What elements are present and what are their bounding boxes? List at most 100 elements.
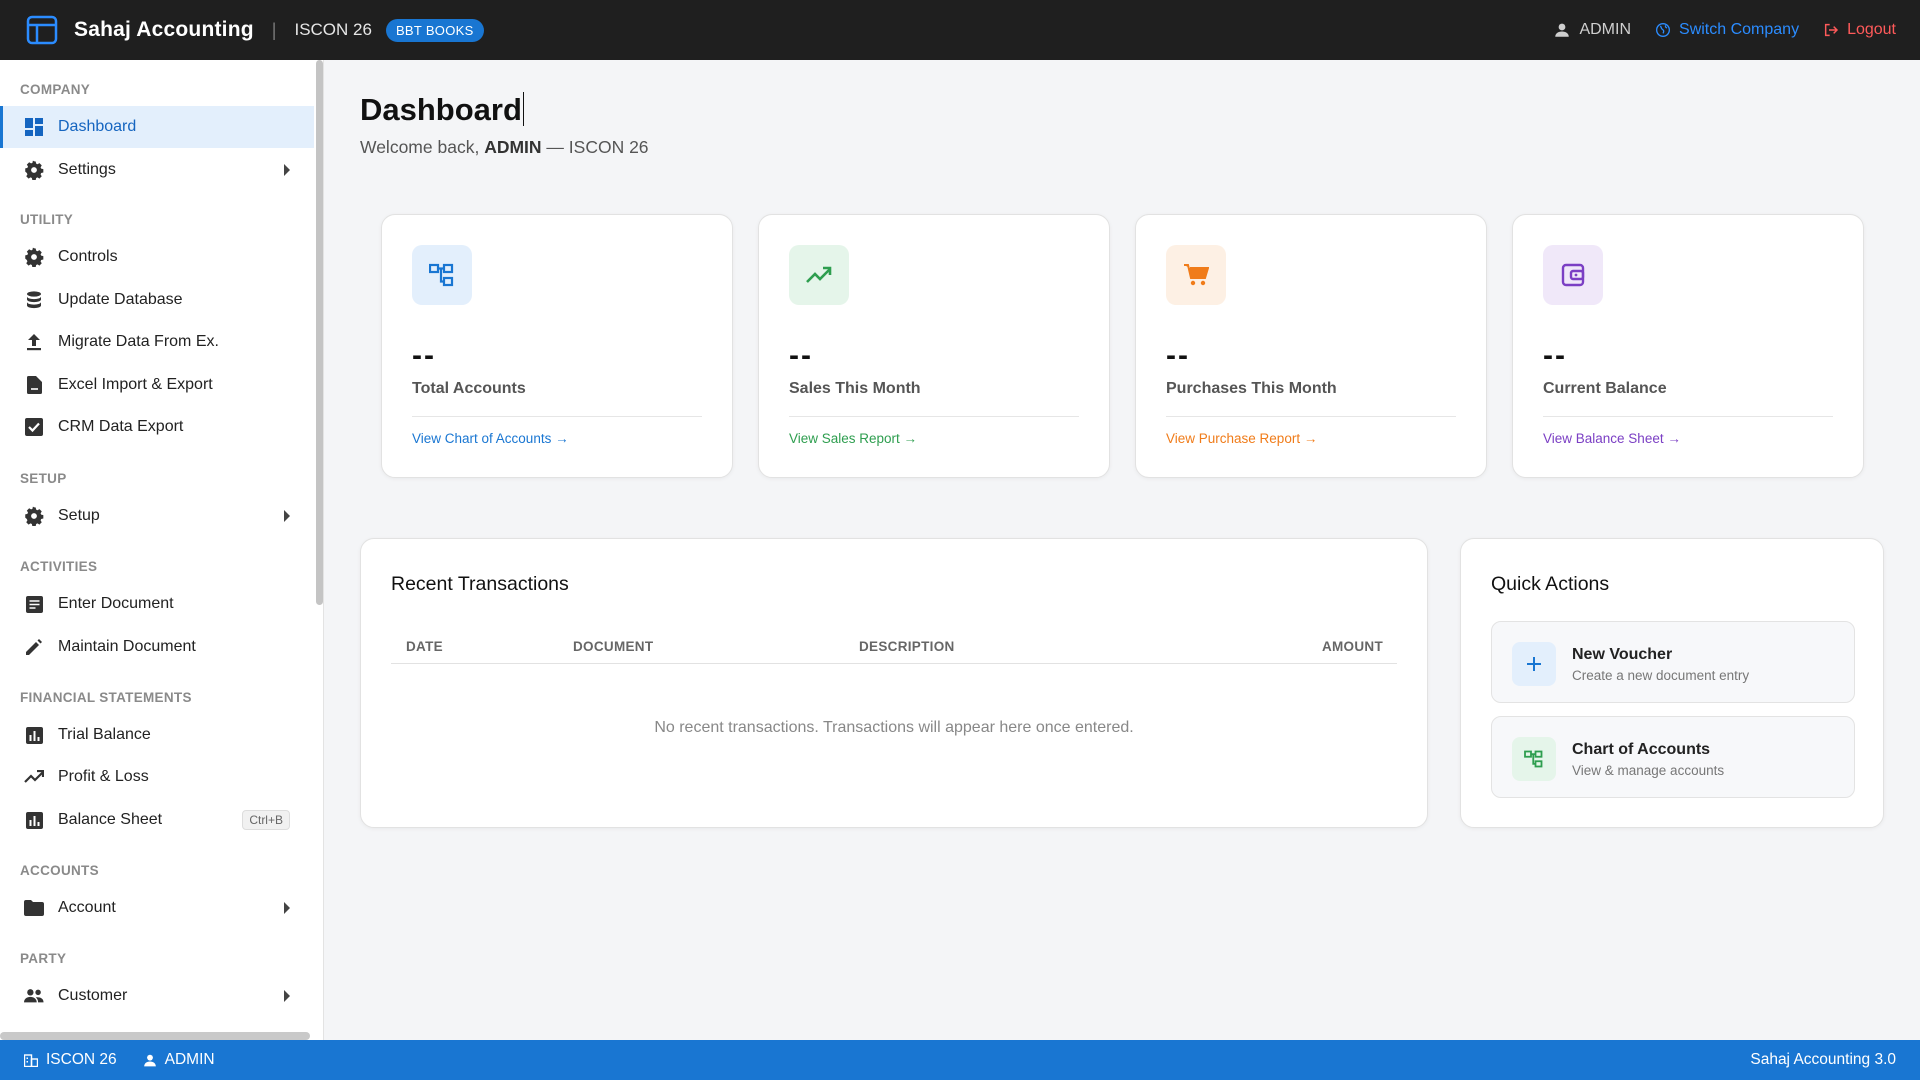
sidebar-item-label: Update Database xyxy=(58,291,183,308)
logout-button[interactable]: Logout xyxy=(1823,21,1896,39)
cart-icon xyxy=(1166,245,1226,305)
sidebar-item-setup[interactable]: Setup xyxy=(0,495,314,537)
app-version: Sahaj Accounting 3.0 xyxy=(1750,1051,1896,1068)
sidebar-item-account[interactable]: Account xyxy=(0,887,314,929)
welcome-message: Welcome back, ADMIN — ISCON 26 xyxy=(360,137,649,158)
sidebar-item-crm-data-export[interactable]: CRM Data Export xyxy=(0,406,314,448)
section-title-setup: SETUP xyxy=(20,471,67,486)
view-balance-sheet-link[interactable]: View Balance Sheet → xyxy=(1543,431,1681,446)
sidebar-item-trial-balance[interactable]: Trial Balance xyxy=(0,714,314,756)
folder-icon xyxy=(24,898,44,918)
recent-transactions-title: Recent Transactions xyxy=(391,573,569,595)
quick-action-description: Create a new document entry xyxy=(1572,668,1750,683)
status-user-name: ADMIN xyxy=(164,1051,215,1068)
view-sales-report-link[interactable]: View Sales Report → xyxy=(789,431,917,446)
sidebar-item-dashboard[interactable]: Dashboard xyxy=(0,106,314,148)
pencil-icon xyxy=(24,637,44,657)
shortcut-badge: Ctrl+B xyxy=(242,810,290,830)
bar-chart-icon xyxy=(24,725,44,745)
title-separator: | xyxy=(271,19,277,40)
sidebar-item-maintain-document[interactable]: Maintain Document xyxy=(0,626,314,668)
status-company: ISCON 26 xyxy=(24,1051,117,1069)
stat-label: Current Balance xyxy=(1543,380,1667,397)
sidebar-item-label: Dashboard xyxy=(58,118,137,135)
stat-card-current-balance: -- Current Balance View Balance Sheet → xyxy=(1512,214,1864,478)
sidebar-scrollbar[interactable] xyxy=(314,60,324,1040)
empty-state-message: No recent transactions. Transactions wil… xyxy=(654,719,1134,736)
quick-action-description: View & manage accounts xyxy=(1572,763,1725,778)
user-name: ADMIN xyxy=(1579,21,1632,38)
column-header-document: DOCUMENT xyxy=(573,639,654,654)
plus-icon xyxy=(1512,642,1556,686)
person-icon xyxy=(143,1054,156,1067)
stat-value: -- xyxy=(412,339,436,372)
quick-actions-panel: Quick Actions New Voucher Create a new d… xyxy=(1460,538,1884,828)
database-icon xyxy=(24,290,44,310)
sidebar-item-update-database[interactable]: Update Database xyxy=(0,279,314,321)
chart-of-accounts-button[interactable]: Chart of Accounts View & manage accounts xyxy=(1491,716,1855,798)
main-content: Dashboard Welcome back, ADMIN — ISCON 26… xyxy=(324,60,1920,1040)
switch-company-button[interactable]: Switch Company xyxy=(1655,21,1799,39)
sidebar-item-customer[interactable]: Customer xyxy=(0,975,314,1017)
bar-chart-icon xyxy=(24,810,44,830)
sidebar-item-excel-import-export[interactable]: Excel Import & Export xyxy=(0,364,314,406)
sidebar-item-label: Controls xyxy=(58,248,118,265)
column-header-date: DATE xyxy=(406,639,443,654)
company-name: ISCON 26 xyxy=(294,20,372,39)
stat-label: Sales This Month xyxy=(789,380,921,397)
globe-icon xyxy=(1656,23,1671,37)
stat-value: -- xyxy=(1166,339,1190,372)
welcome-user: ADMIN xyxy=(484,137,542,157)
status-bar: ISCON 26 ADMIN Sahaj Accounting 3.0 xyxy=(0,1040,1920,1080)
view-purchase-report-link[interactable]: View Purchase Report → xyxy=(1166,431,1317,446)
new-voucher-button[interactable]: New Voucher Create a new document entry xyxy=(1491,621,1855,703)
sitemap-icon xyxy=(412,245,472,305)
people-icon xyxy=(24,986,44,1006)
top-bar: Sahaj Accounting | ISCON 26 BBT BOOKS AD… xyxy=(0,0,1920,60)
sidebar-item-label: Migrate Data From Ex. xyxy=(58,333,219,350)
page-title: Dashboard xyxy=(360,92,525,128)
sidebar-item-label: Enter Document xyxy=(58,595,174,612)
stat-label: Purchases This Month xyxy=(1166,380,1337,397)
gear-icon xyxy=(24,247,44,267)
sidebar-item-settings[interactable]: Settings xyxy=(0,149,314,191)
gear-icon xyxy=(24,506,44,526)
wallet-icon xyxy=(1543,245,1603,305)
status-user: ADMIN xyxy=(143,1051,215,1069)
table-header-divider xyxy=(391,663,1397,664)
sidebar-item-enter-document[interactable]: Enter Document xyxy=(0,583,314,625)
logout-icon xyxy=(1824,23,1839,37)
sidebar-item-profit-loss[interactable]: Profit & Loss xyxy=(0,756,314,798)
stat-card-total-accounts: -- Total Accounts View Chart of Accounts… xyxy=(381,214,733,478)
user-menu[interactable]: ADMIN xyxy=(1553,21,1631,39)
sidebar-item-label: Settings xyxy=(58,161,116,178)
sidebar-item-label: Account xyxy=(58,899,116,916)
app-name: Sahaj Accounting xyxy=(74,18,254,41)
sidebar-item-label: Profit & Loss xyxy=(58,768,149,785)
trending-up-icon xyxy=(789,245,849,305)
horizontal-scrollbar[interactable] xyxy=(0,1032,310,1040)
sidebar-item-label: Setup xyxy=(58,507,100,524)
stat-card-purchases-this-month: -- Purchases This Month View Purchase Re… xyxy=(1135,214,1487,478)
scrollbar-thumb[interactable] xyxy=(316,60,323,605)
dashboard-icon xyxy=(24,117,44,137)
sidebar-item-controls[interactable]: Controls xyxy=(0,236,314,278)
building-icon xyxy=(24,1054,38,1067)
sidebar-item-label: Customer xyxy=(58,987,128,1004)
stat-label: Total Accounts xyxy=(412,380,526,397)
checkbox-icon xyxy=(24,417,44,437)
status-company-name: ISCON 26 xyxy=(46,1051,117,1068)
sidebar-item-balance-sheet[interactable]: Balance Sheet Ctrl+B xyxy=(0,799,314,841)
section-title-activities: ACTIVITIES xyxy=(20,559,98,574)
page-title-text: Dashboard xyxy=(360,92,522,127)
sidebar-item-migrate-data[interactable]: Migrate Data From Ex. xyxy=(0,321,314,363)
text-caret xyxy=(522,92,525,126)
stat-value: -- xyxy=(789,339,813,372)
divider xyxy=(1543,416,1833,417)
sidebar: COMPANY Dashboard Settings UTILITY Contr… xyxy=(0,60,324,1040)
section-title-utility: UTILITY xyxy=(20,212,74,227)
file-icon xyxy=(24,375,44,395)
sidebar-item-label: CRM Data Export xyxy=(58,418,184,435)
quick-action-title: Chart of Accounts xyxy=(1572,741,1711,758)
view-chart-of-accounts-link[interactable]: View Chart of Accounts → xyxy=(412,431,569,446)
